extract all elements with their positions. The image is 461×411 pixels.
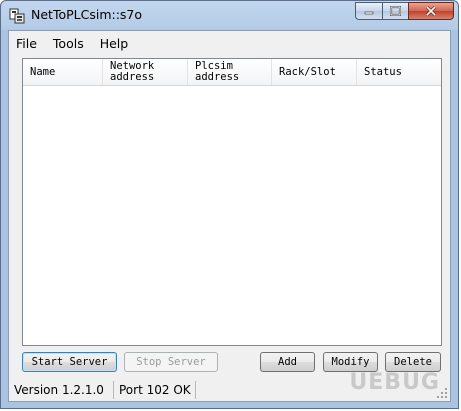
start-server-button[interactable]: Start Server <box>22 352 117 372</box>
column-rack-slot[interactable]: Rack/Slot <box>272 59 357 85</box>
minimize-button[interactable] <box>355 2 382 20</box>
menu-tools[interactable]: Tools <box>45 33 92 53</box>
maximize-icon <box>390 6 401 16</box>
status-version: Version 1.2.1.0 <box>9 381 114 399</box>
close-button[interactable] <box>408 2 454 20</box>
menu-bar: File Tools Help <box>9 33 136 53</box>
list-header: Name Network address Plcsim address Rack… <box>23 59 441 86</box>
modify-button[interactable]: Modify <box>323 352 378 372</box>
watermark-logo: UEBUG <box>349 370 440 395</box>
window-title: NetToPLCsim::s7o <box>31 7 143 22</box>
app-icon <box>9 8 25 24</box>
menu-file[interactable]: File <box>9 33 45 53</box>
status-port: Port 102 OK <box>114 381 196 399</box>
stop-server-button[interactable]: Stop Server <box>124 352 218 372</box>
server-list[interactable]: Name Network address Plcsim address Rack… <box>22 58 442 346</box>
minimize-icon <box>364 11 374 15</box>
close-icon <box>425 6 437 16</box>
column-plcsim-address[interactable]: Plcsim address <box>188 59 272 85</box>
add-button[interactable]: Add <box>260 352 315 372</box>
resize-grip-icon[interactable] <box>437 388 448 399</box>
title-bar[interactable]: NetToPLCsim::s7o <box>1 1 458 30</box>
app-window: NetToPLCsim::s7o File Tools Help Name Ne… <box>0 0 459 409</box>
column-network-address[interactable]: Network address <box>103 59 188 85</box>
column-status[interactable]: Status <box>357 59 441 85</box>
client-area: File Tools Help Name Network address Plc… <box>8 30 451 402</box>
delete-button[interactable]: Delete <box>385 352 441 372</box>
column-name[interactable]: Name <box>23 59 103 85</box>
menu-help[interactable]: Help <box>92 33 137 53</box>
maximize-button[interactable] <box>382 2 408 20</box>
caption-buttons <box>355 2 454 21</box>
